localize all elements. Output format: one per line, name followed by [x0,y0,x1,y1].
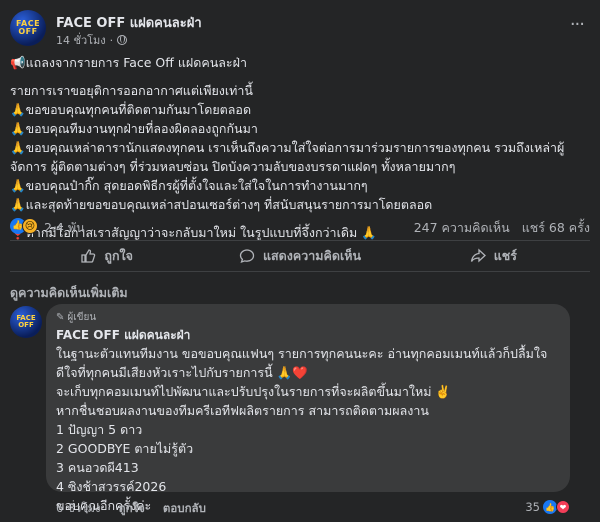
post-stats: 247 ความคิดเห็น แชร์ 68 ครั้ง [406,218,590,238]
action-bar: ถูกใจ แสดงความคิดเห็น แชร์ [10,243,590,269]
comment-avatar[interactable]: FACE OFF [10,306,42,338]
author-badge-label: ผู้เขียน [67,312,97,323]
text-line: 🙏ขอขอบคุณทุกคนที่ติดตามกันมาโดยตลอด [10,102,252,117]
text-line: 🙏ขอบคุณทีมงานทุกฝ่ายที่ลองผิดลองถูกกันมา [10,121,258,136]
comment-reactions[interactable]: 35 👍 ❤ [525,500,570,514]
share-count[interactable]: แชร์ 68 ครั้ง [522,220,590,235]
text-line: 2 GOODBYE ตายไม่รู้ตัว [56,441,194,456]
like-icon: 👍 [543,500,557,514]
comment-author[interactable]: FACE OFF แฝดคนละฝ่า [56,326,190,345]
text-line: 🙏ขอบคุณเหล่าดารานักแสดงทุกคน เราเห็นถึงค… [10,140,565,174]
post-meta: 14 ชั่วโมง · [56,31,128,49]
comment-button[interactable]: แสดงความคิดเห็น [203,243,396,269]
comment-icon [239,249,255,264]
text-line: 📢แถลงจากรายการ Face Off แฝดคนละฝ่า [10,55,247,70]
comment-text: ในฐานะตัวแทนทีมงาน ขอขอบคุณแฟนๆ รายการทุ… [56,344,561,515]
post-header: FACE OFF FACE OFF แฝดคนละฝ่า 14 ชั่วโมง … [10,10,590,49]
comment-reaction-count: 35 [525,500,540,514]
comment-reply-button[interactable]: ตอบกลับ [163,500,206,518]
share-button[interactable]: แชร์ [397,243,590,269]
share-label: แชร์ [493,248,517,263]
divider [10,271,590,272]
text-line: หากชื่นชอบผลงานของทีมครีเอทีฟผลิตรายการ … [56,403,429,418]
reaction-count[interactable]: 2.4 พัน [44,218,85,238]
globe-icon [117,35,128,45]
view-more-comments[interactable]: ดูความคิดเห็นเพิ่มเติม [10,283,128,303]
reaction-bar: 👍 😢 2.4 พัน 247 ความคิดเห็น แชร์ 68 ครั้… [10,217,590,237]
text-line: จะเก็บทุกคอมเมนท์ไปพัฒนาและปรับปรุงในราย… [56,384,451,399]
comment-footer: 6 ชั่วโมง ถูกใจ ตอบกลับ [56,500,206,518]
pen-icon: ✎ [56,312,65,323]
text-line: 1 ปัญญา 5 ดาว [56,422,143,437]
text-line: 🙏และสุดท้ายขอขอบคุณเหล่าสปอนเซอร์ต่างๆ ท… [10,197,433,212]
comment-time[interactable]: 6 ชั่วโมง [56,500,101,518]
post-time[interactable]: 14 ชั่วโมง [56,31,106,49]
share-icon [470,248,486,263]
text-line: ในฐานะตัวแทนทีมงาน ขอขอบคุณแฟนๆ รายการทุ… [56,346,548,380]
like-icon [81,249,96,263]
page-name[interactable]: FACE OFF แฝดคนละฝ่า [56,12,202,33]
more-icon[interactable]: ··· [570,14,585,35]
avatar-logo: FACE OFF [15,19,41,36]
like-button[interactable]: ถูกใจ [10,243,203,269]
comment-like-button[interactable]: ถูกใจ [119,500,145,518]
facebook-post: FACE OFF FACE OFF แฝดคนละฝ่า 14 ชั่วโมง … [0,0,600,522]
comment-count[interactable]: 247 ความคิดเห็น [414,220,510,235]
love-icon: ❤ [556,500,570,514]
divider [10,240,590,241]
text-line: 🙏ขอบคุณป๋ากิ๊ก สุดยอดพิธีกรผู้ที่ตั้งใจแ… [10,178,368,193]
comment-label: แสดงความคิดเห็น [262,248,362,263]
text-line: รายการเราขอยุติการออกอากาศแต่เพียงเท่านี… [10,83,253,98]
comment-bubble: ✎ ผู้เขียน FACE OFF แฝดคนละฝ่า ในฐานะตัว… [46,304,570,513]
text-line: 3 คนอวดผี413 [56,460,139,475]
sad-icon[interactable]: 😢 [22,218,38,234]
page-avatar[interactable]: FACE OFF [10,10,46,46]
post-text: 📢แถลงจากรายการ Face Off แฝดคนละฝ่ารายการ… [10,53,590,242]
text-line: 4 ซิงช้าสวรรค์2026 [56,479,167,494]
like-label: ถูกใจ [104,248,133,263]
author-badge: ✎ ผู้เขียน [56,310,96,325]
avatar-logo: FACE OFF [16,314,36,329]
